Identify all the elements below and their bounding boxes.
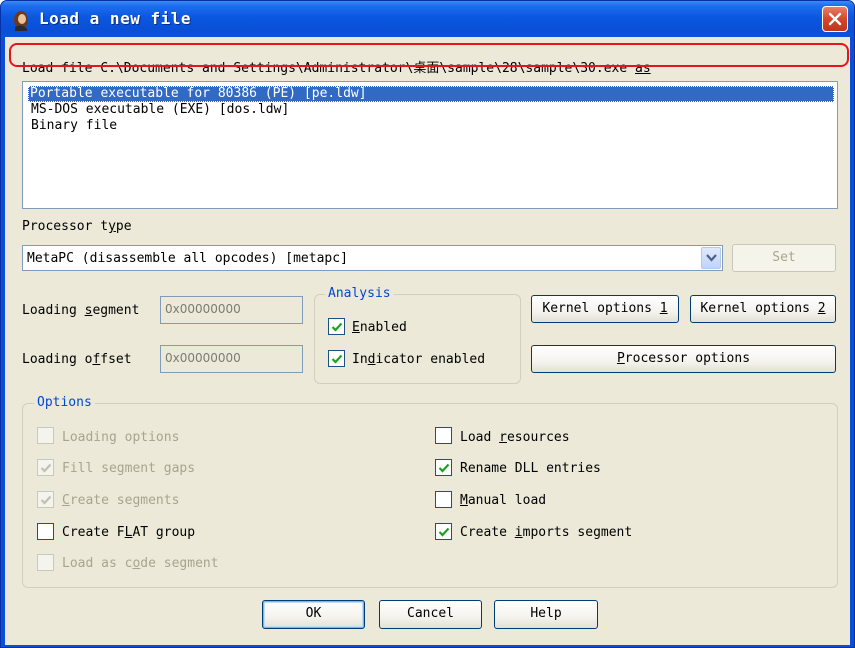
loading-offset-label: Loading offset (22, 352, 132, 367)
help-button[interactable]: Help (494, 600, 598, 629)
create-segments-checkbox[interactable] (37, 491, 54, 508)
chevron-down-icon (706, 254, 717, 262)
processor-type-value: MetaPC (disassemble all opcodes) [metapc… (27, 251, 348, 266)
check-icon (40, 463, 52, 473)
list-item[interactable]: MS-DOS executable (EXE) [dos.ldw] (29, 102, 289, 118)
check-icon (331, 322, 343, 332)
kernel-options-2-button[interactable]: Kernel options 2 (690, 295, 836, 323)
list-item[interactable]: Portable executable for 80386 (PE) [pe.l… (28, 86, 834, 102)
check-icon (331, 354, 343, 364)
load-as-code-segment-label: Load as code segment (62, 556, 219, 571)
loading-segment-label: Loading segment (22, 303, 140, 318)
dropdown-button[interactable] (701, 247, 721, 269)
create-flat-group-checkbox[interactable] (37, 523, 54, 540)
manual-load-checkbox[interactable] (435, 491, 452, 508)
ida-icon (14, 11, 28, 31)
fill-segment-gaps-checkbox[interactable] (37, 459, 54, 476)
list-item[interactable]: Binary file (29, 118, 117, 134)
title-bar[interactable]: Load a new file (1, 1, 854, 37)
window-title: Load a new file (39, 9, 191, 28)
manual-load-label: Manual load (460, 493, 547, 508)
check-icon (40, 495, 52, 505)
enabled-checkbox[interactable] (328, 318, 345, 335)
create-imports-segment-checkbox[interactable] (435, 523, 452, 540)
rename-dll-entries-label: Rename DLL entries (460, 461, 601, 476)
check-icon (438, 527, 450, 537)
create-flat-group-label: Create FLAT group (62, 525, 196, 540)
close-icon (828, 12, 842, 26)
loading-options-label: Loading options (62, 430, 180, 445)
processor-type-label: Processor type (22, 219, 132, 234)
loading-options-checkbox[interactable] (37, 427, 54, 444)
dialog-body: Load file C:\Documents and Settings\Admi… (5, 37, 850, 645)
create-imports-segment-label: Create imports segment (460, 525, 633, 540)
set-button[interactable]: Set (732, 244, 836, 272)
processor-options-button[interactable]: Processor options (531, 345, 836, 373)
close-button[interactable] (822, 6, 848, 32)
highlight-annotation (9, 43, 849, 67)
loading-offset-input[interactable]: 0x00000000 (160, 345, 303, 373)
check-icon (438, 463, 450, 473)
fill-segment-gaps-label: Fill segment gaps (62, 461, 196, 476)
load-resources-label: Load resources (460, 430, 570, 445)
rename-dll-entries-checkbox[interactable] (435, 459, 452, 476)
enabled-label: Enabled (352, 320, 407, 335)
analysis-group (314, 294, 521, 384)
kernel-options-1-button[interactable]: Kernel options 1 (531, 295, 679, 323)
ok-button[interactable]: OK (262, 600, 365, 629)
options-legend: Options (34, 395, 95, 410)
analysis-legend: Analysis (325, 286, 394, 301)
cancel-button[interactable]: Cancel (379, 600, 482, 629)
load-file-dialog: Load a new file Load file C:\Documents a… (0, 0, 855, 648)
load-as-code-segment-checkbox[interactable] (37, 554, 54, 571)
load-resources-checkbox[interactable] (435, 427, 452, 444)
indicator-enabled-label: Indicator enabled (352, 352, 486, 367)
processor-type-select[interactable]: MetaPC (disassemble all opcodes) [metapc… (22, 245, 723, 271)
file-type-list[interactable]: Portable executable for 80386 (PE) [pe.l… (22, 81, 838, 209)
indicator-enabled-checkbox[interactable] (328, 350, 345, 367)
create-segments-label: Create segments (62, 493, 180, 508)
loading-segment-input[interactable]: 0x00000000 (160, 296, 303, 324)
